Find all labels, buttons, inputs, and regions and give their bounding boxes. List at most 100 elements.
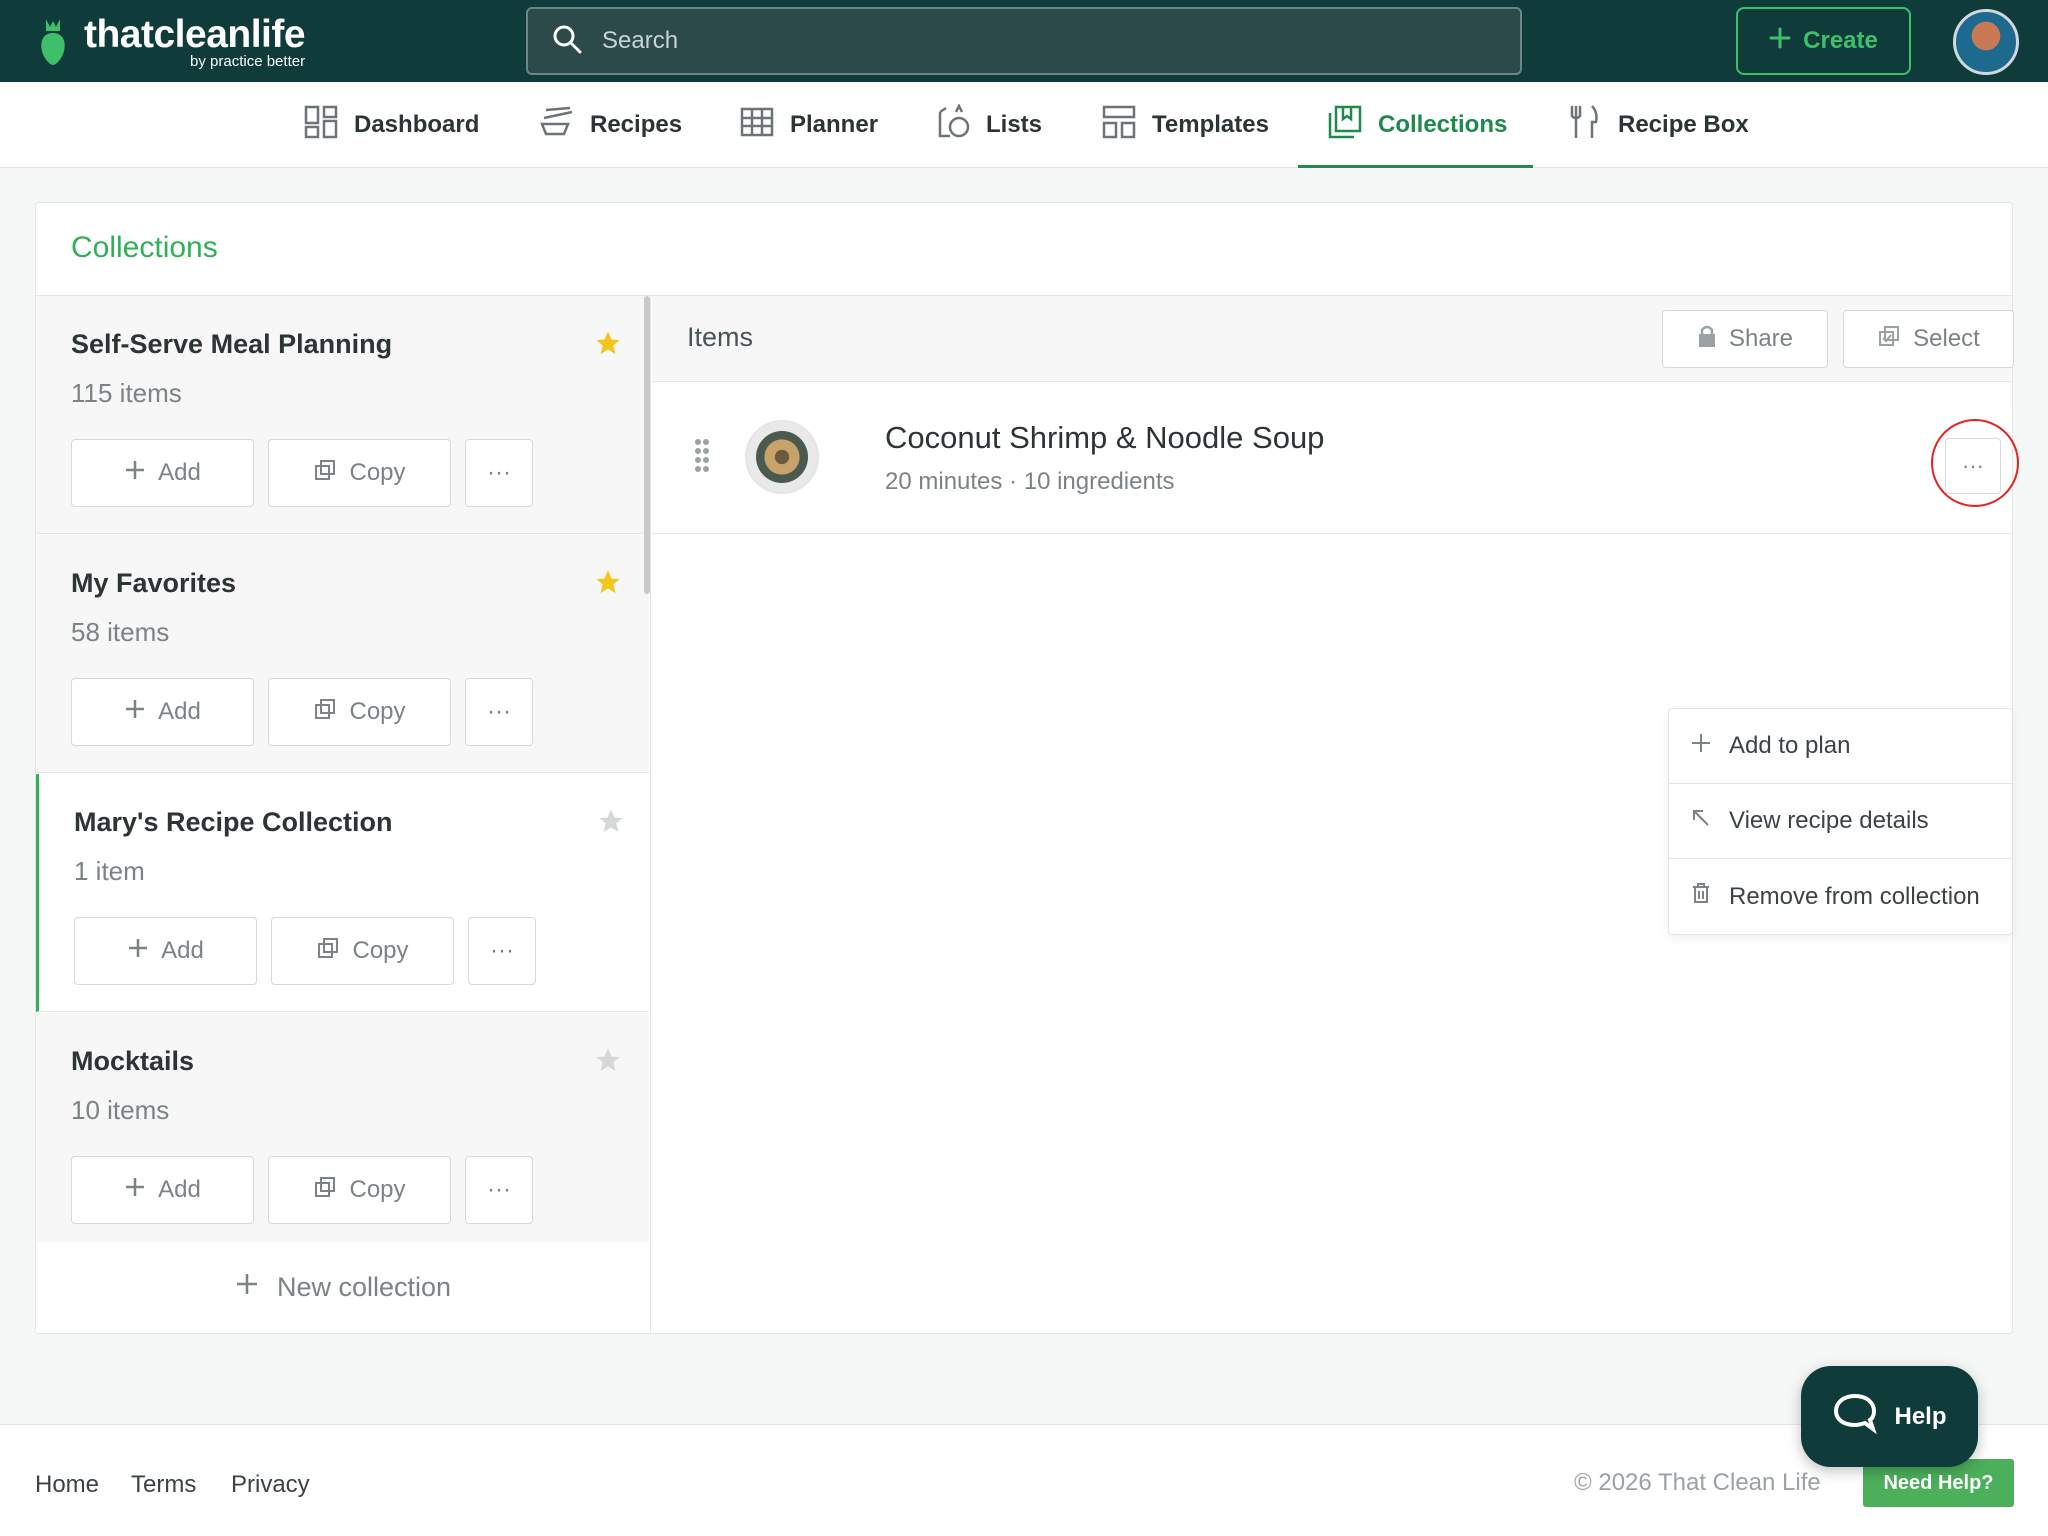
logo-mark-icon (38, 17, 68, 67)
star-filled-icon[interactable] (594, 568, 622, 604)
copy-icon (313, 458, 337, 489)
collection-name: Mary's Recipe Collection (74, 807, 393, 837)
copy-icon (313, 1175, 337, 1206)
help-button[interactable]: Help (1801, 1366, 1978, 1467)
copy-button[interactable]: Copy (268, 439, 451, 507)
footer-link-privacy[interactable]: Privacy (231, 1471, 310, 1499)
collection-name: My Favorites (71, 568, 237, 598)
collection-item[interactable]: Self-Serve Meal Planning 115 items Add C… (36, 296, 649, 534)
nav-collections[interactable]: Collections (1297, 82, 1534, 168)
plus-icon (235, 1272, 259, 1303)
more-options-button[interactable]: ··· (465, 439, 533, 507)
recipe-thumbnail[interactable] (745, 420, 819, 494)
footer: Home Terms Privacy © 2026 That Clean Lif… (0, 1424, 2048, 1536)
footer-link-terms[interactable]: Terms (131, 1471, 196, 1499)
add-label: Add (158, 459, 201, 486)
collection-count: 58 items (71, 617, 170, 647)
collection-item[interactable]: My Favorites 58 items Add Copy ··· (36, 535, 649, 773)
recipe-box-icon (1568, 104, 1602, 147)
copy-button[interactable]: Copy (268, 678, 451, 746)
new-collection-button[interactable]: New collection (36, 1242, 650, 1332)
add-label: Add (158, 698, 201, 725)
drag-handle-icon[interactable] (694, 438, 710, 479)
add-button[interactable]: Add (71, 1156, 254, 1224)
nav-label: Recipe Box (1618, 111, 1749, 138)
arrow-up-left-icon (1691, 807, 1711, 835)
menu-remove-from-collection[interactable]: Remove from collection (1669, 859, 2012, 934)
nav-recipes[interactable]: Recipes (538, 82, 682, 168)
nav-templates[interactable]: Templates (1102, 82, 1269, 168)
nav-lists[interactable]: Lists (936, 82, 1042, 168)
nav-planner[interactable]: Planner (740, 82, 878, 168)
collections-card: Collections Self-Serve Meal Planning 115… (35, 202, 2019, 1334)
footer-link-home[interactable]: Home (35, 1471, 99, 1499)
add-button[interactable]: Add (71, 439, 254, 507)
scrollbar[interactable] (644, 296, 650, 594)
menu-label: Add to plan (1729, 732, 1851, 759)
copy-label: Copy (349, 459, 406, 486)
add-button[interactable]: Add (71, 678, 254, 746)
plus-icon (124, 698, 146, 727)
copy-label: Copy (352, 937, 409, 964)
copyright: © 2026 That Clean Life (1574, 1469, 1821, 1496)
add-button[interactable]: Add (74, 917, 257, 985)
create-button[interactable]: Create (1736, 7, 1911, 75)
recipes-icon (538, 106, 574, 145)
share-button[interactable]: Share (1662, 310, 1828, 368)
menu-view-recipe-details[interactable]: View recipe details (1669, 784, 2012, 859)
copy-button[interactable]: Copy (268, 1156, 451, 1224)
menu-label: Remove from collection (1729, 882, 1980, 910)
search-box[interactable] (526, 7, 1522, 75)
templates-icon (1102, 105, 1136, 146)
copy-button[interactable]: Copy (271, 917, 454, 985)
nav-recipe-box[interactable]: Recipe Box (1568, 82, 1749, 168)
collection-item-selected[interactable]: Mary's Recipe Collection 1 item Add Copy… (36, 774, 649, 1012)
star-filled-icon[interactable] (594, 329, 622, 365)
search-icon (552, 24, 582, 59)
copy-icon (313, 697, 337, 728)
copy-label: Copy (349, 698, 406, 725)
new-collection-label: New collection (276, 1271, 452, 1302)
nav-dashboard[interactable]: Dashboard (304, 82, 479, 168)
more-options-button[interactable]: ··· (468, 917, 536, 985)
lock-icon (1697, 324, 1717, 355)
nav-label: Templates (1152, 111, 1269, 138)
add-label: Add (161, 937, 204, 964)
user-avatar[interactable] (1953, 9, 2019, 75)
collections-list: Self-Serve Meal Planning 115 items Add C… (36, 296, 651, 1333)
select-label: Select (1913, 325, 1980, 352)
brand-logo[interactable]: thatcleanlife by practice better (38, 10, 306, 74)
more-icon: ··· (490, 937, 514, 964)
lists-icon (936, 102, 970, 147)
select-button[interactable]: Select (1843, 310, 2014, 368)
star-outline-icon[interactable] (597, 807, 625, 843)
items-header: Items Share Select (652, 296, 2014, 382)
item-context-menu: Add to plan View recipe details Remove f… (1668, 708, 2013, 935)
brand-name: thatcleanlife (84, 12, 306, 56)
more-icon: ··· (487, 1176, 511, 1203)
collection-name: Self-Serve Meal Planning (71, 329, 393, 359)
more-options-button[interactable]: ··· (465, 1156, 533, 1224)
more-icon: ··· (487, 459, 511, 486)
nav-label: Recipes (590, 111, 683, 138)
nav-label: Collections (1378, 111, 1508, 138)
collections-icon (1328, 105, 1362, 146)
copy-label: Copy (349, 1176, 406, 1203)
more-options-button[interactable]: ··· (465, 678, 533, 746)
search-input[interactable] (602, 27, 1482, 55)
plus-icon (124, 459, 146, 488)
page-title: Collections (71, 231, 218, 264)
collection-item[interactable]: Mocktails 10 items Add Copy ··· (36, 1013, 649, 1251)
menu-add-to-plan[interactable]: Add to plan (1669, 709, 2012, 784)
recipe-name[interactable]: Coconut Shrimp & Noodle Soup (885, 420, 1324, 456)
help-label: Help (1894, 1402, 1947, 1430)
nav-label: Planner (790, 111, 879, 138)
create-label: Create (1803, 27, 1878, 54)
dashboard-icon (304, 105, 338, 146)
items-title: Items (687, 322, 754, 352)
plus-icon (1691, 732, 1711, 760)
more-icon: ··· (487, 698, 511, 725)
star-outline-icon[interactable] (594, 1046, 622, 1082)
recipe-item-row[interactable]: Coconut Shrimp & Noodle Soup 20 minutes … (652, 382, 2019, 534)
plus-icon (1769, 27, 1791, 56)
